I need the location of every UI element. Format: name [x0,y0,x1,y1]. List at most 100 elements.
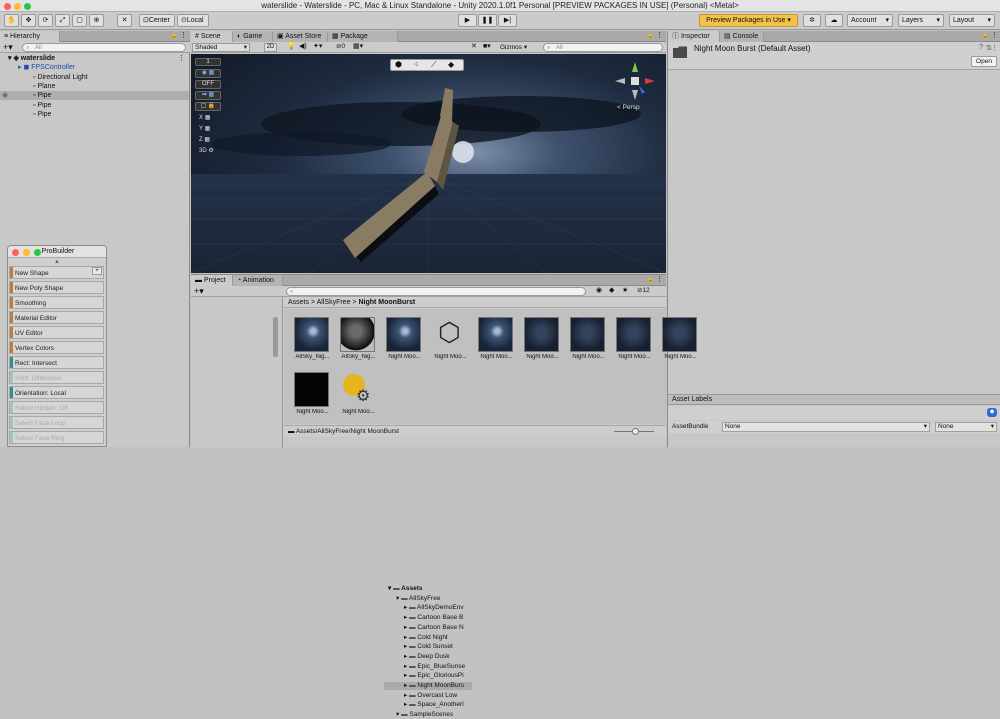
close-window-icon[interactable] [4,3,11,10]
visibility-toggle[interactable]: ◉ ▦ [195,69,221,78]
hierarchy-scene-row[interactable]: ▾ ◈ waterslide ⋮ [0,54,189,63]
asset-tile[interactable]: Night Moo... [478,317,515,360]
label-tag-icon[interactable]: ◆ [987,408,997,417]
pivot-space-toggle[interactable]: ⊙Local [177,14,209,27]
probuilder-button[interactable]: Select Hidden: Off [9,401,104,414]
hand-tool-button[interactable]: ✋ [4,14,19,27]
folder-tree-item[interactable]: ▸ ▬ Cold Sunset [384,643,472,651]
grid-icon[interactable]: ▦▾ [353,42,363,50]
assetbundle-variant-dropdown[interactable]: None ▾ [935,422,997,432]
asset-tile[interactable]: Night Moo... [570,317,607,360]
breadcrumb-current[interactable]: Night MoonBurst [358,299,415,306]
lock-icon[interactable]: 🔒 [982,32,989,39]
direction-toggle[interactable]: ➡ ▦ [195,91,221,100]
open-button[interactable]: Open [971,56,997,67]
probuilder-button[interactable]: Shift: Difference [9,371,104,384]
persp-label[interactable]: < Persp [617,104,640,111]
x-axis-toggle[interactable]: X ▦ [195,115,221,124]
project-search-input[interactable]: ⌕ [286,287,586,296]
tab-console[interactable]: ▤ Console [720,31,764,42]
context-menu-icon[interactable]: ⋮ [991,44,998,52]
folder-tree-item[interactable]: ▸ ▬ Cold Night [384,634,472,642]
gizmos-dropdown[interactable]: Gizmos ▾ [500,42,527,53]
cloud-button[interactable]: ☁ [825,14,843,27]
scene-menu-icon[interactable]: ⋮ [178,54,185,63]
scene-search-input[interactable]: ⌕ All [543,43,663,52]
probuilder-button[interactable]: New Shape [9,266,104,279]
folder-tree-item[interactable]: ▸ ▬ Deep Dusk [384,653,472,661]
rect-tool-button[interactable]: ▢ [72,14,87,27]
lock-icon[interactable]: 🔒 [647,32,654,39]
minimize-icon[interactable] [23,249,30,256]
help-icon[interactable]: ? [979,44,983,51]
probuilder-handle-count[interactable]: 1 [195,58,221,66]
folder-tree-item[interactable]: ▸ ▬ AllSkyDemoEnv [384,604,472,612]
folder-tree-item[interactable]: ▾ ▬ Assets [384,585,472,593]
asset-tile[interactable]: Night Moo... [294,372,331,415]
zoom-window-icon[interactable] [24,3,31,10]
hierarchy-search-input[interactable]: ⌕ All [22,43,186,52]
filter-type-icon[interactable]: ◉ [596,286,602,294]
tools-icon[interactable]: ✕ [471,42,477,50]
asset-tile[interactable]: Night Moo... [386,317,423,360]
edge-mode-icon[interactable]: ⟋ [431,60,437,70]
asset-tile[interactable]: Night Moo... [524,317,561,360]
hierarchy-row[interactable]: ▫ Directional Light [0,73,189,82]
hierarchy-row[interactable]: ▫ Plane [0,82,189,91]
folder-tree-item[interactable]: ▸ ▬ Overcast Low [384,692,472,700]
move-tool-button[interactable]: ✥ [21,14,36,27]
assetbundle-dropdown[interactable]: None ▾ [722,422,930,432]
asset-tile[interactable]: ⬡ Night Moo... [432,317,469,360]
asset-tile[interactable]: Night Moo... [616,317,653,360]
folder-tree-item[interactable]: ▸ ▬ Epic_BlueSunse [384,663,472,671]
folder-tree-item[interactable]: ▾ ▬ AllSkyFree [384,595,472,603]
transform-tool-button[interactable]: ⊕ [89,14,104,27]
probuilder-button[interactable]: New Poly Shape [9,281,104,294]
asset-tile[interactable]: Night Moo... [662,317,699,360]
layers-dropdown[interactable]: Layers ▾ [898,14,944,27]
hierarchy-row[interactable]: ▫ Pipe [0,110,189,119]
tab-scene[interactable]: # Scene [191,31,233,42]
asset-tile[interactable]: AllSky_Nig... [294,317,331,360]
custom-tool-button[interactable]: ✕ [117,14,132,27]
tab-inspector[interactable]: ⓘ Inspector [668,31,720,42]
tab-hierarchy[interactable]: ≡ Hierarchy [0,31,60,42]
lighting-icon[interactable]: 💡 [287,42,296,50]
probuilder-button[interactable]: Rect: Intersect [9,356,104,369]
audio-icon[interactable]: ◀) [299,42,307,50]
folder-tree-item[interactable]: ▾ ▬ SampleScenes [384,711,472,719]
3d-toggle[interactable]: 3D ⚙ [195,148,221,157]
camera-icon[interactable]: ■▾ [483,42,491,50]
shading-mode-dropdown[interactable]: Shaded ▾ [192,43,250,52]
account-dropdown[interactable]: Account ▾ [847,14,893,27]
folder-tree-item[interactable]: ▸ ▬ Cartoon Base N [384,624,472,632]
y-axis-toggle[interactable]: Y ▦ [195,126,221,135]
pause-button[interactable]: ❚❚ [478,14,497,27]
panel-menu-icon[interactable]: ⋮ [991,31,998,39]
step-button[interactable]: ▶| [498,14,517,27]
collab-button[interactable]: ✲ [803,14,821,27]
create-add-button[interactable]: +▾ [3,42,13,52]
lock-icon[interactable]: 🔒 [171,32,178,39]
panel-menu-icon[interactable]: ⋮ [180,31,187,39]
face-mode-icon[interactable]: ◆ [448,60,454,69]
effects-icon[interactable]: ✦▾ [313,42,322,50]
new-shape-options-button[interactable]: + [92,267,102,275]
close-icon[interactable] [12,249,19,256]
object-mode-icon[interactable]: ⬢ [395,60,402,69]
tab-project[interactable]: ▬ Project [191,275,233,286]
probuilder-button[interactable]: Select Face Ring [9,431,104,444]
tab-game[interactable]: ◐ Game [233,31,273,42]
scale-tool-button[interactable]: ⤢ [55,14,70,27]
lock-toggle[interactable]: ▢ 🔒 [195,102,221,111]
2d-toggle[interactable]: 2D [264,43,277,52]
hierarchy-row[interactable]: ▸ ◼ FPSController [0,63,189,72]
icon-size-slider-thumb[interactable] [632,428,639,435]
panel-menu-icon[interactable]: ⋮ [656,275,663,283]
rotate-tool-button[interactable]: ⟳ [38,14,53,27]
filter-label-icon[interactable]: ◆ [609,286,614,294]
orientation-gizmo[interactable]: < Persp [609,60,661,116]
hidden-packages-toggle[interactable]: ⊘12 [637,286,650,294]
probuilder-button[interactable]: Vertex Colors [9,341,104,354]
folder-tree-item[interactable]: ▸ ▬ Night MoonBurs [384,682,472,691]
